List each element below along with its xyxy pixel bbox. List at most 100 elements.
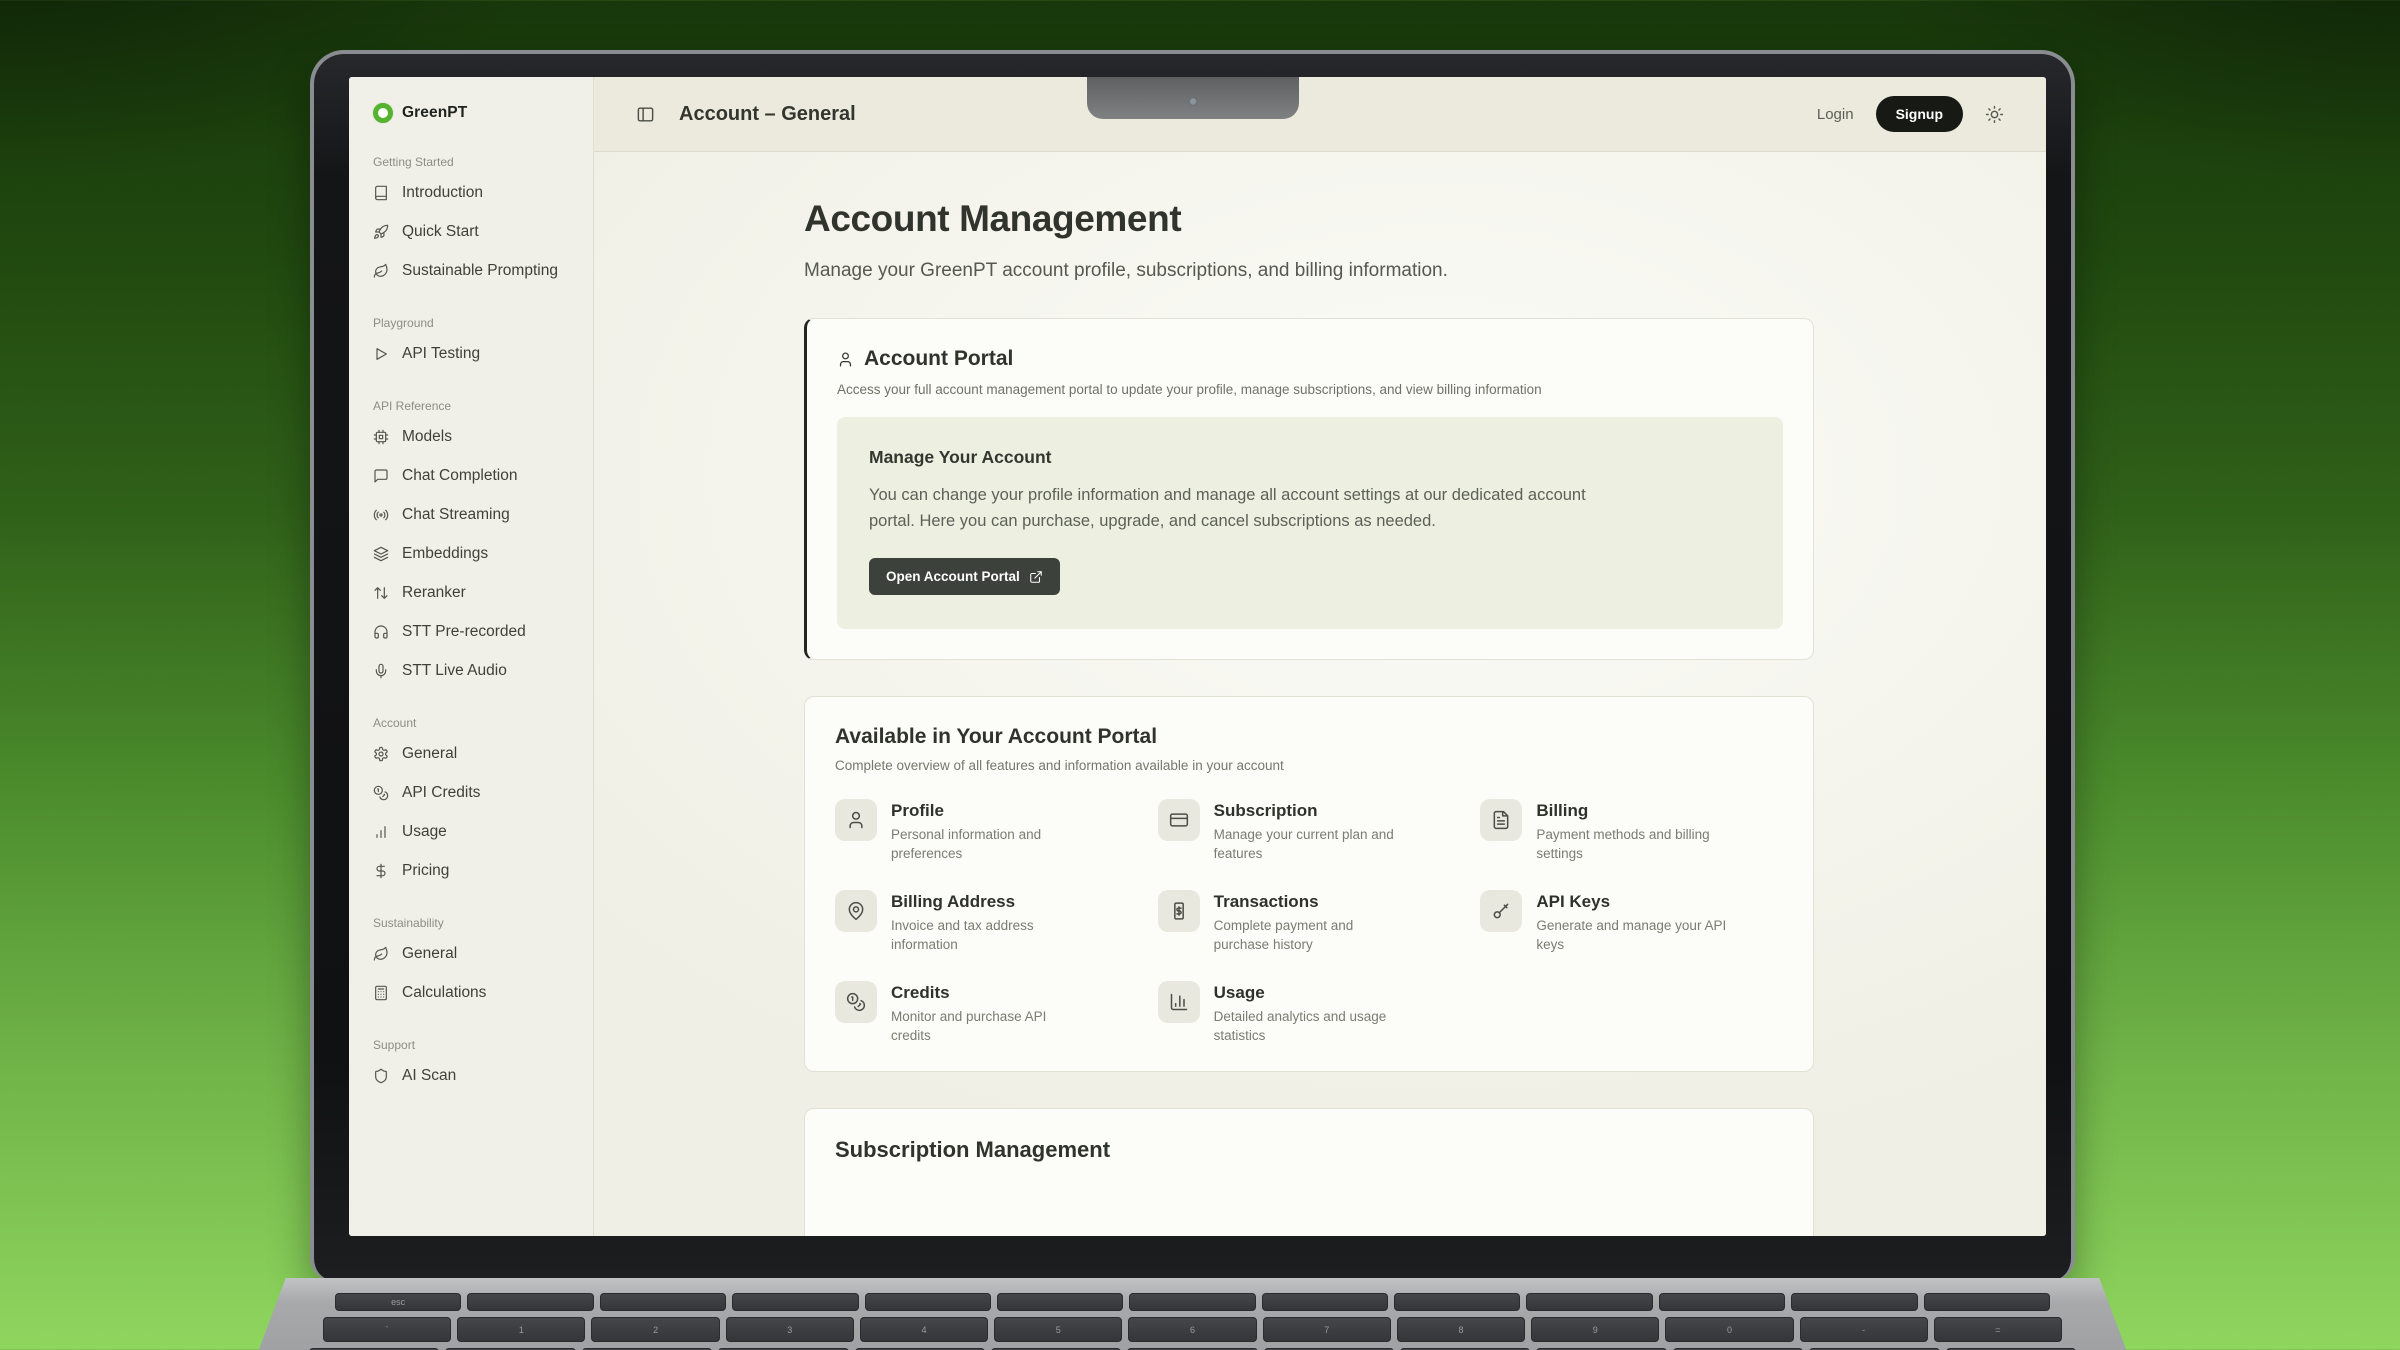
external-link-icon [1029, 570, 1043, 584]
sidebar-item-sustainable-prompting[interactable]: Sustainable Prompting [349, 251, 593, 290]
feature-billing-address: Billing Address Invoice and tax address … [835, 890, 1138, 955]
theme-toggle-button[interactable] [1985, 105, 2004, 124]
sidebar-item-reranker[interactable]: Reranker [349, 573, 593, 612]
keyboard-key: esc [335, 1293, 461, 1311]
keyboard-key [732, 1293, 858, 1311]
keyboard-key [1526, 1293, 1652, 1311]
laptop-keyboard-deck: esc `1234567890-= tabQWERTYUIOP[] [240, 1278, 2145, 1350]
feature-transactions: Transactions Complete payment and purcha… [1158, 890, 1461, 955]
sidebar-item-chat-streaming[interactable]: Chat Streaming [349, 495, 593, 534]
feature-profile: Profile Personal information and prefere… [835, 799, 1138, 864]
feature-api-keys: API Keys Generate and manage your API ke… [1480, 890, 1783, 955]
topbar: Account – General Login Signup [594, 77, 2046, 152]
sidebar-section-label: Getting Started [349, 155, 593, 169]
headphones-icon [373, 624, 389, 640]
keyboard-key [1262, 1293, 1388, 1311]
sidebar-item-embeddings[interactable]: Embeddings [349, 534, 593, 573]
sidebar-item-account-general[interactable]: General [349, 734, 593, 773]
sidebar-item-api-credits[interactable]: API Credits [349, 773, 593, 812]
sort-arrows-icon [373, 585, 389, 601]
keyboard-key [1791, 1293, 1917, 1311]
broadcast-icon [373, 507, 389, 523]
brand-logo[interactable]: GreenPT [349, 95, 593, 129]
greenpt-logo-icon [373, 103, 393, 123]
mic-icon [373, 663, 389, 679]
sidebar-section-account: Account General API Credits Usage Pricin… [349, 716, 593, 890]
feature-title: Profile [891, 799, 1086, 821]
sidebar-item-ai-scan[interactable]: AI Scan [349, 1056, 593, 1095]
keyboard-key: 2 [591, 1317, 719, 1342]
sidebar-item-label: Models [402, 428, 452, 446]
user-icon [837, 351, 854, 368]
signup-button[interactable]: Signup [1876, 96, 1963, 132]
brand-name: GreenPT [402, 104, 467, 122]
feature-title: Subscription [1214, 799, 1409, 821]
banknote-icon [1158, 890, 1200, 932]
sidebar-item-introduction[interactable]: Introduction [349, 173, 593, 212]
rocket-icon [373, 224, 389, 240]
sidebar-item-sustainability-general[interactable]: General [349, 934, 593, 973]
feature-title: Transactions [1214, 890, 1409, 912]
sidebar-item-label: AI Scan [402, 1067, 456, 1085]
keyboard-key [467, 1293, 593, 1311]
manage-account-title: Manage Your Account [869, 447, 1751, 468]
leaf-icon [373, 263, 389, 279]
sidebar-item-usage[interactable]: Usage [349, 812, 593, 851]
keyboard-key [1924, 1293, 2050, 1311]
leaf-icon [373, 946, 389, 962]
keyboard-key [997, 1293, 1123, 1311]
sidebar-toggle-button[interactable] [636, 105, 655, 124]
sidebar-item-models[interactable]: Models [349, 417, 593, 456]
keyboard-key [1129, 1293, 1255, 1311]
keyboard-key: 3 [726, 1317, 854, 1342]
book-icon [373, 185, 389, 201]
feature-description: Generate and manage your API keys [1536, 917, 1731, 955]
feature-billing: Billing Payment methods and billing sett… [1480, 799, 1783, 864]
coins-icon [835, 981, 877, 1023]
sidebar-item-label: STT Pre-recorded [402, 623, 526, 641]
sun-icon [1985, 105, 2004, 124]
keyboard-key [600, 1293, 726, 1311]
sidebar-item-stt-prerecorded[interactable]: STT Pre-recorded [349, 612, 593, 651]
sidebar-section-support: Support AI Scan [349, 1038, 593, 1095]
sidebar-section-label: Sustainability [349, 916, 593, 930]
feature-description: Manage your current plan and features [1214, 826, 1409, 864]
play-icon [373, 346, 389, 362]
sidebar-item-calculations[interactable]: Calculations [349, 973, 593, 1012]
sidebar-item-quick-start[interactable]: Quick Start [349, 212, 593, 251]
features-card-subtitle: Complete overview of all features and in… [835, 758, 1783, 773]
feature-title: Billing Address [891, 890, 1086, 912]
login-link[interactable]: Login [1817, 106, 1854, 123]
laptop-lid: GreenPT Getting Started Introduction Qui… [310, 50, 2075, 1280]
keyboard-key: = [1934, 1317, 2062, 1342]
keyboard-key: 6 [1128, 1317, 1256, 1342]
sidebar-item-api-testing[interactable]: API Testing [349, 334, 593, 373]
sidebar-item-label: General [402, 945, 457, 963]
keyboard-key: 4 [860, 1317, 988, 1342]
feature-description: Payment methods and billing settings [1536, 826, 1731, 864]
page-title: Account Management [804, 198, 1814, 240]
bar-chart-icon [373, 824, 389, 840]
keyboard-key: 5 [994, 1317, 1122, 1342]
sidebar-item-label: Quick Start [402, 223, 479, 241]
feature-description: Monitor and purchase API credits [891, 1008, 1086, 1046]
key-icon [1480, 890, 1522, 932]
manage-account-box: Manage Your Account You can change your … [837, 417, 1783, 629]
laptop-keyboard: esc `1234567890-= tabQWERTYUIOP[] [335, 1293, 2050, 1350]
sidebar-item-stt-live-audio[interactable]: STT Live Audio [349, 651, 593, 690]
feature-title: Billing [1536, 799, 1731, 821]
credit-card-icon [1158, 799, 1200, 841]
account-portal-card: Account Portal Access your full account … [804, 318, 1814, 660]
app-screen: GreenPT Getting Started Introduction Qui… [349, 77, 2046, 1236]
open-account-portal-button[interactable]: Open Account Portal [869, 558, 1060, 595]
sidebar-item-chat-completion[interactable]: Chat Completion [349, 456, 593, 495]
sidebar-section-api-reference: API Reference Models Chat Completion Cha… [349, 399, 593, 690]
sidebar-item-label: Reranker [402, 584, 466, 602]
sidebar-item-label: Chat Completion [402, 467, 517, 485]
feature-description: Complete payment and purchase history [1214, 917, 1409, 955]
sidebar-item-pricing[interactable]: Pricing [349, 851, 593, 890]
sidebar-section-label: Support [349, 1038, 593, 1052]
portal-card-description: Access your full account management port… [837, 382, 1783, 397]
keyboard-key [865, 1293, 991, 1311]
chat-icon [373, 468, 389, 484]
